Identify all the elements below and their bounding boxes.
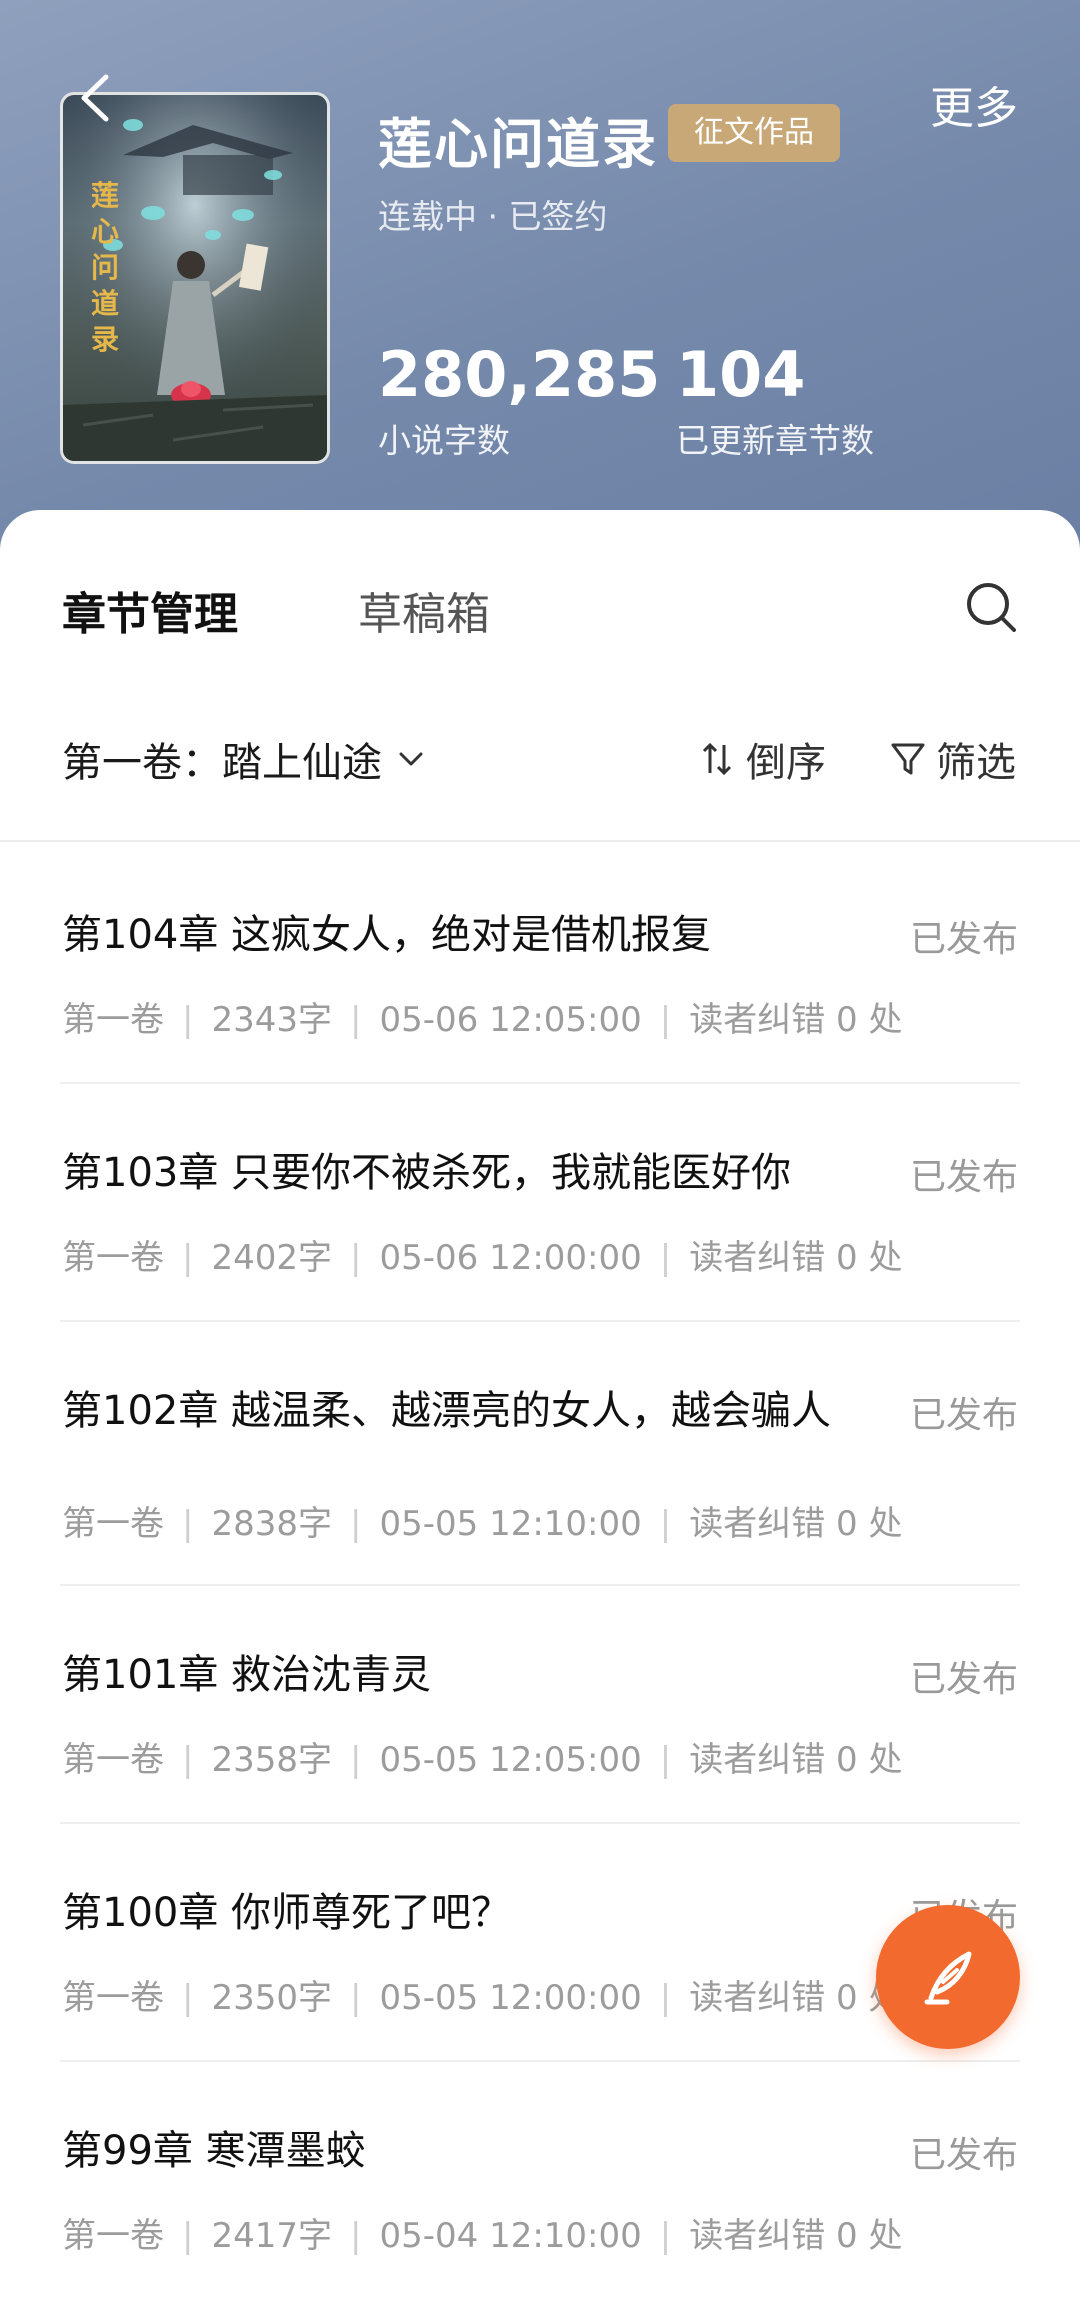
chapter-time: 05-06 12:00:00 — [379, 1238, 642, 1278]
chapter-title: 第100章 你师尊死了吧？ — [62, 1890, 512, 1936]
book-title: 莲心问道录 — [378, 113, 658, 176]
tab-drafts[interactable]: 草稿箱 — [358, 578, 490, 642]
chapter-meta: 第一卷 | 2358字 | 05-05 12:05:00 | 读者纠错 0 处 — [62, 1740, 903, 1780]
book-header: 更多 莲 心 问 道 录 莲心问道录 征文作品 连载中 · 已签约 280,28… — [0, 0, 1080, 560]
chevron-down-icon — [399, 752, 423, 766]
chapter-time: 05-06 12:05:00 — [379, 1000, 642, 1040]
more-button[interactable]: 更多 — [930, 72, 1018, 136]
chapter-status: 已发布 — [909, 1659, 1018, 1700]
book-cover[interactable]: 莲 心 问 道 录 — [60, 92, 330, 464]
chapter-errata: 读者纠错 0 处 — [689, 2216, 903, 2256]
filter-button[interactable]: 筛选 — [890, 730, 1016, 788]
word-count-value: 280,285 — [378, 338, 661, 411]
chapter-meta: 第一卷 | 2402字 | 05-06 12:00:00 | 读者纠错 0 处 — [62, 1238, 903, 1278]
chapter-time: 05-05 12:00:00 — [379, 1978, 642, 2018]
chapter-volume: 第一卷 — [62, 1504, 164, 1544]
back-button[interactable] — [66, 68, 126, 128]
toolbar: 第一卷：踏上仙途 倒序 筛选 — [0, 730, 1080, 800]
svg-text:心: 心 — [91, 215, 119, 248]
word-count-label: 小说字数 — [378, 421, 510, 460]
search-button[interactable] — [964, 580, 1020, 636]
volume-select[interactable]: 第一卷：踏上仙途 — [62, 730, 426, 788]
filter-icon — [891, 743, 925, 775]
chapter-row[interactable]: 第102章 越温柔、越漂亮的女人，越会骗人 已发布 第一卷 | 2838字 | 05-0… — [0, 1320, 1080, 1586]
chapter-title: 第101章 救治沈青灵 — [62, 1652, 432, 1698]
write-chapter-button[interactable] — [876, 1905, 1020, 2049]
chapter-errata: 读者纠错 0 处 — [689, 1978, 903, 2018]
book-status: 连载中 · 已签约 — [378, 197, 608, 236]
chapter-words: 2402字 — [211, 1238, 332, 1278]
chapter-volume: 第一卷 — [62, 1740, 164, 1780]
filter-label: 筛选 — [936, 740, 1016, 786]
chapter-errata: 读者纠错 0 处 — [689, 1238, 903, 1278]
svg-text:莲: 莲 — [91, 179, 119, 212]
chapter-row[interactable]: 第99章 寒潭墨蛟 已发布 第一卷 | 2417字 | 05-04 12:10:00 | 读… — [0, 2060, 1080, 2298]
chapter-meta: 第一卷 | 2417字 | 05-04 12:10:00 | 读者纠错 0 处 — [62, 2216, 903, 2256]
chapter-list: 第104章 这疯女人，绝对是借机报复 已发布 第一卷 | 2343字 | 05-06 1… — [0, 844, 1080, 2298]
sort-icon — [702, 742, 732, 776]
sort-label: 倒序 — [746, 740, 826, 786]
chapter-row[interactable]: 第104章 这疯女人，绝对是借机报复 已发布 第一卷 | 2343字 | 05-06 1… — [0, 844, 1080, 1084]
chapter-time: 05-05 12:10:00 — [379, 1504, 642, 1544]
chapter-time: 05-05 12:05:00 — [379, 1740, 642, 1780]
chapter-volume: 第一卷 — [62, 1000, 164, 1040]
cover-illustration: 莲 心 问 道 录 — [63, 95, 327, 461]
volume-select-label: 第一卷：踏上仙途 — [62, 740, 382, 786]
chapter-title: 第102章 越温柔、越漂亮的女人，越会骗人 — [62, 1388, 832, 1434]
chapter-row[interactable]: 第103章 只要你不被杀死，我就能医好你 已发布 第一卷 | 2402字 | 05-06… — [0, 1082, 1080, 1322]
chapter-words: 2343字 — [211, 1000, 332, 1040]
chapter-errata: 读者纠错 0 处 — [689, 1504, 903, 1544]
chapter-title: 第103章 只要你不被杀死，我就能医好你 — [62, 1150, 792, 1196]
svg-text:录: 录 — [91, 323, 119, 356]
chapter-count-label: 已更新章节数 — [676, 421, 874, 460]
contest-badge: 征文作品 — [668, 104, 840, 162]
chapter-words: 2358字 — [211, 1740, 332, 1780]
back-arrow-icon — [81, 74, 109, 122]
chapter-status: 已发布 — [909, 1395, 1018, 1436]
chapter-title: 第99章 寒潭墨蛟 — [62, 2128, 366, 2174]
chapter-status: 已发布 — [909, 2135, 1018, 2176]
chapter-words: 2350字 — [211, 1978, 332, 2018]
chapter-volume: 第一卷 — [62, 2216, 164, 2256]
chapter-errata: 读者纠错 0 处 — [689, 1740, 903, 1780]
chapter-volume: 第一卷 — [62, 1238, 164, 1278]
chapter-meta: 第一卷 | 2838字 | 05-05 12:10:00 | 读者纠错 0 处 — [62, 1504, 903, 1544]
chapter-row[interactable]: 第101章 救治沈青灵 已发布 第一卷 | 2358字 | 05-05 12:05:00… — [0, 1584, 1080, 1824]
svg-text:问: 问 — [91, 251, 119, 284]
chapter-meta: 第一卷 | 2350字 | 05-05 12:00:00 | 读者纠错 0 处 — [62, 1978, 903, 2018]
chapter-status: 已发布 — [909, 919, 1018, 960]
toolbar-divider — [0, 840, 1080, 842]
quill-pen-icon — [924, 1951, 972, 2005]
chapter-words: 2417字 — [211, 2216, 332, 2256]
chapter-meta: 第一卷 | 2343字 | 05-06 12:05:00 | 读者纠错 0 处 — [62, 1000, 903, 1040]
svg-text:道: 道 — [91, 287, 119, 320]
chapter-words: 2838字 — [211, 1504, 332, 1544]
chapter-title: 第104章 这疯女人，绝对是借机报复 — [62, 912, 712, 958]
chapter-status: 已发布 — [909, 1157, 1018, 1198]
chapter-volume: 第一卷 — [62, 1978, 164, 2018]
chapter-errata: 读者纠错 0 处 — [689, 1000, 903, 1040]
chapter-time: 05-04 12:10:00 — [379, 2216, 642, 2256]
search-icon — [967, 583, 1016, 632]
sort-button[interactable]: 倒序 — [700, 730, 826, 788]
tab-chapter-management[interactable]: 章节管理 — [62, 578, 238, 642]
chapter-count-value: 104 — [676, 338, 806, 411]
